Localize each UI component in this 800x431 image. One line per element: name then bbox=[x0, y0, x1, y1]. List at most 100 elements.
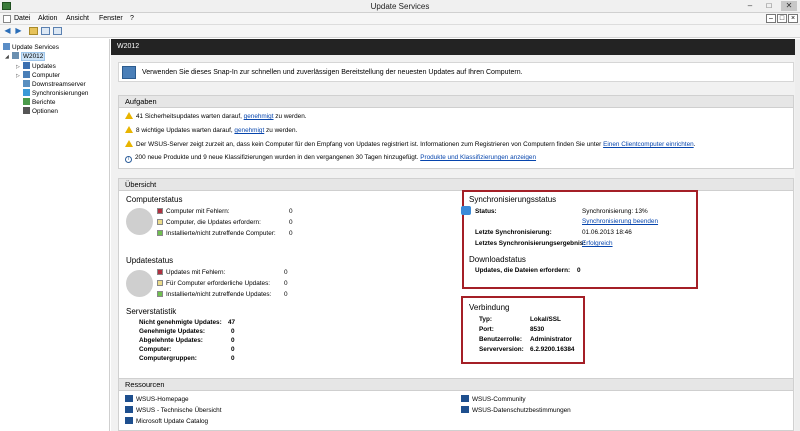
update-status-pie bbox=[126, 270, 153, 297]
overview-section: Übersicht Computerstatus Computer mit Fe… bbox=[118, 178, 794, 410]
connection-title: Verbindung bbox=[469, 303, 510, 312]
tree-expand-computer[interactable]: ▷ bbox=[16, 73, 20, 79]
warning-icon bbox=[125, 126, 133, 133]
resource-link[interactable]: WSUS-Datenschutzbestimmungen bbox=[461, 406, 571, 414]
task-new-products: i 200 neue Produkte und 9 neue Klassifizi… bbox=[125, 154, 536, 163]
forward-arrow-icon[interactable]: ▶ bbox=[14, 27, 23, 35]
task-important-updates: 8 wichtige Updates warten darauf, genehm… bbox=[125, 126, 297, 134]
update-status-title: Updatestatus bbox=[126, 256, 174, 265]
maximize-button[interactable]: □ bbox=[762, 1, 776, 11]
folder-up-icon[interactable] bbox=[29, 27, 38, 35]
update-status-row: Installierte/nicht zutreffende Updates: bbox=[157, 291, 271, 298]
title-bar: Update Services – □ ✕ bbox=[0, 0, 800, 13]
window-title: Update Services bbox=[370, 2, 430, 11]
server-header: W2012 bbox=[111, 39, 800, 55]
tree-item-downstreamserver[interactable]: Downstreamserver bbox=[23, 80, 86, 89]
link-arrow-icon bbox=[125, 406, 133, 413]
warning-icon bbox=[125, 140, 133, 147]
update-status-value: 0 bbox=[284, 291, 288, 298]
tree-root-update-services[interactable]: Update Services bbox=[3, 43, 59, 52]
server-icon bbox=[12, 52, 19, 59]
link-arrow-icon bbox=[461, 395, 469, 402]
resources-title: Ressourcen bbox=[119, 379, 793, 391]
last-result-link[interactable]: Erfolgreich bbox=[582, 240, 613, 247]
tree-expand-server[interactable]: ◢ bbox=[5, 54, 9, 60]
server-stat-value: 0 bbox=[231, 346, 235, 353]
resources-section: Ressourcen WSUS-Homepage WSUS - Technisc… bbox=[118, 378, 794, 431]
update-services-icon bbox=[3, 43, 10, 50]
resource-link[interactable]: WSUS-Community bbox=[461, 395, 526, 403]
child-close-button[interactable]: × bbox=[788, 14, 798, 23]
computer-status-row: Computer mit Fehlern: bbox=[157, 208, 230, 215]
connection-value: Administrator bbox=[530, 336, 572, 343]
tasks-section: Aufgaben 41 Sicherheitsupdates warten da… bbox=[118, 95, 794, 169]
computer-icon bbox=[23, 71, 30, 78]
update-status-value: 0 bbox=[284, 280, 288, 287]
download-value: 0 bbox=[577, 267, 581, 274]
warning-icon bbox=[125, 112, 133, 119]
info-icon: i bbox=[125, 156, 132, 163]
sync-status-value: Synchronisierung: 13% bbox=[582, 208, 648, 215]
reports-icon bbox=[23, 98, 30, 105]
options-icon bbox=[23, 107, 30, 114]
setup-client-link[interactable]: Einen Clientcomputer einrichten bbox=[603, 141, 694, 148]
intro-text: Verwenden Sie dieses Snap-In zur schnell… bbox=[142, 69, 523, 76]
menu-datei[interactable]: Datei bbox=[14, 15, 30, 22]
menu-ansicht[interactable]: Ansicht bbox=[66, 15, 89, 22]
tasks-title: Aufgaben bbox=[119, 96, 793, 108]
resource-link[interactable]: Microsoft Update Catalog bbox=[125, 417, 208, 425]
stop-sync-link[interactable]: Synchronisierung beenden bbox=[582, 218, 658, 225]
server-stat-value: 47 bbox=[228, 319, 236, 326]
child-restore-button[interactable]: □ bbox=[777, 14, 787, 23]
connection-value: 6.2.9200.16384 bbox=[530, 346, 575, 353]
last-sync-value: 01.06.2013 18:46 bbox=[582, 229, 632, 236]
last-sync-label: Letzte Synchronisierung: bbox=[475, 229, 552, 236]
approve-security-link[interactable]: genehmigt bbox=[244, 113, 274, 120]
connection-label: Serverversion: bbox=[479, 346, 524, 353]
connection-label: Port: bbox=[479, 326, 494, 333]
vertical-scrollbar[interactable] bbox=[795, 39, 800, 431]
tree-expand-updates[interactable]: ▷ bbox=[16, 64, 20, 70]
tree-item-server[interactable]: W2012 bbox=[12, 52, 46, 61]
child-minimize-button[interactable]: – bbox=[766, 14, 776, 23]
show-tree-icon[interactable] bbox=[41, 27, 50, 35]
menu-aktion[interactable]: Aktion bbox=[38, 15, 57, 22]
resource-link[interactable]: WSUS - Technische Übersicht bbox=[125, 406, 221, 414]
sync-status-label: Status: bbox=[475, 208, 497, 215]
sync-status-title: Synchronisierungsstatus bbox=[469, 195, 557, 204]
download-label: Updates, die Dateien erfordern: bbox=[475, 267, 571, 274]
resource-link[interactable]: WSUS-Homepage bbox=[125, 395, 189, 403]
system-menu-icon[interactable] bbox=[3, 15, 11, 23]
tree-item-synchronisierungen[interactable]: Synchronisierungen bbox=[23, 89, 89, 98]
minimize-button[interactable]: – bbox=[743, 1, 757, 11]
link-arrow-icon bbox=[125, 395, 133, 402]
computer-status-pie bbox=[126, 208, 153, 235]
connection-label: Typ: bbox=[479, 316, 493, 323]
computer-status-row: Computer, die Updates erfordern: bbox=[157, 219, 261, 226]
sync-icon bbox=[461, 206, 471, 215]
update-status-row: Updates mit Fehlern: bbox=[157, 269, 225, 276]
menu-fenster[interactable]: Fenster bbox=[99, 15, 123, 22]
connection-label: Benutzerrolle: bbox=[479, 336, 522, 343]
task-no-computers: Der WSUS-Server zeigt zurzeit an, dass k… bbox=[125, 140, 695, 148]
back-arrow-icon[interactable]: ◀ bbox=[3, 27, 12, 35]
close-button[interactable]: ✕ bbox=[781, 1, 797, 11]
approve-important-link[interactable]: genehmigt bbox=[234, 127, 264, 134]
server-stat-label: Genehmigte Updates: bbox=[139, 328, 206, 335]
computer-status-value: 0 bbox=[289, 219, 293, 226]
server-stat-label: Nicht genehmigte Updates: bbox=[139, 319, 222, 326]
main-panel: W2012 Verwenden Sie dieses Snap-In zur s… bbox=[111, 39, 800, 431]
tree-item-updates[interactable]: Updates bbox=[23, 62, 56, 71]
server-stat-label: Computer: bbox=[139, 346, 172, 353]
intro-box: Verwenden Sie dieses Snap-In zur schnell… bbox=[118, 62, 794, 82]
tree-item-computer[interactable]: Computer bbox=[23, 71, 60, 80]
connection-value: 8530 bbox=[530, 326, 545, 333]
properties-icon[interactable] bbox=[53, 27, 62, 35]
computer-status-row: Installierte/nicht zutreffende Computer: bbox=[157, 230, 276, 237]
show-products-link[interactable]: Produkte und Klassifizierungen anzeigen bbox=[420, 154, 536, 161]
menu-help[interactable]: ? bbox=[130, 15, 134, 22]
tree-item-berichte[interactable]: Berichte bbox=[23, 98, 55, 107]
download-status-title: Downloadstatus bbox=[469, 255, 526, 264]
tree-item-optionen[interactable]: Optionen bbox=[23, 107, 58, 116]
toolbar: ◀ ▶ bbox=[0, 25, 800, 38]
